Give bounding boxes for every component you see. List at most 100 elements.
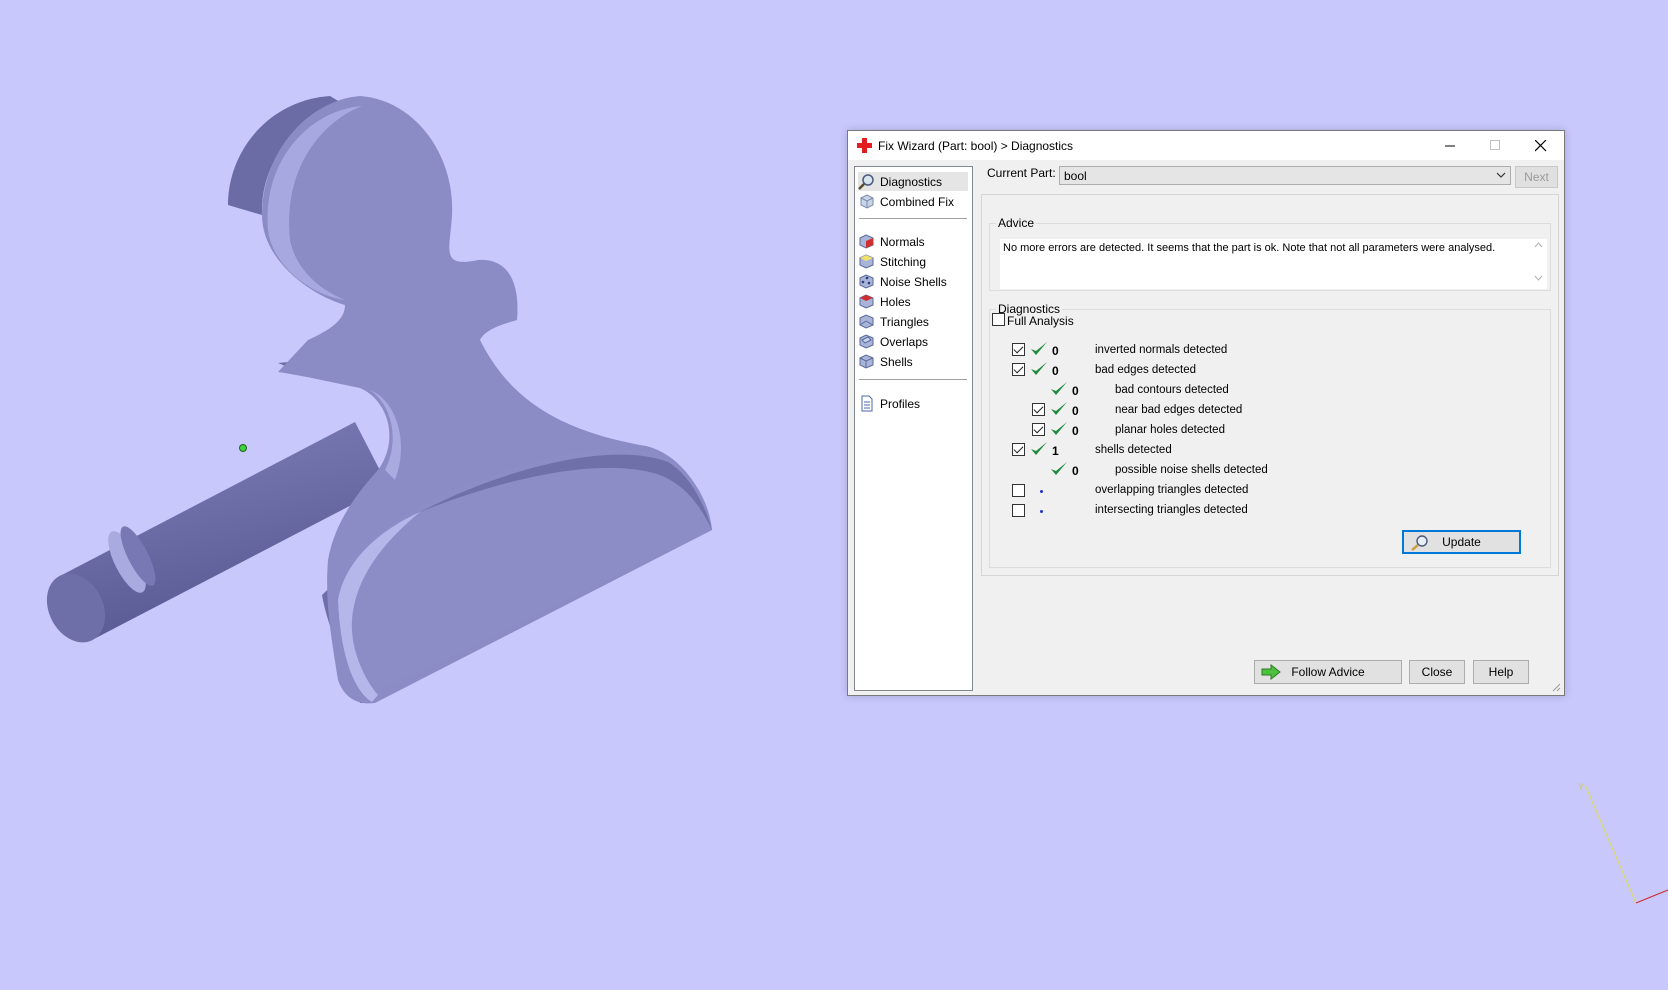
close-button[interactable]: Close [1409, 660, 1465, 684]
window-title: Fix Wizard (Part: bool) > Diagnostics [878, 139, 1074, 153]
scroll-up-icon[interactable] [1534, 242, 1543, 248]
row-count: 0 [1072, 384, 1079, 398]
nav-item-noise-shells[interactable]: Noise Shells [858, 272, 968, 291]
intersecting-triangles-checkbox[interactable] [1012, 504, 1025, 517]
row-label: bad edges detected [1095, 364, 1197, 376]
nav-item-combined-fix[interactable]: Combined Fix [858, 192, 968, 211]
minimize-button[interactable] [1428, 131, 1473, 160]
nav-separator [859, 379, 967, 380]
green-check-icon [1051, 402, 1067, 415]
update-button[interactable]: Update [1402, 530, 1521, 554]
update-label: Update [1442, 535, 1481, 549]
nav-item-diagnostics[interactable]: Diagnostics [858, 172, 968, 191]
nav-item-label: Combined Fix [880, 194, 955, 209]
row-count: 0 [1072, 464, 1079, 478]
current-part-value: bool [1064, 169, 1087, 183]
red-cross-icon [857, 138, 872, 153]
green-check-icon [1031, 362, 1047, 375]
chevron-down-icon [1496, 172, 1506, 178]
shells-cube-icon [859, 354, 874, 369]
follow-advice-button[interactable]: Follow Advice [1254, 660, 1402, 684]
row-count: 1 [1052, 444, 1059, 458]
green-check-icon [1031, 342, 1047, 355]
nav-item-label: Overlaps [880, 334, 929, 349]
magnifier-icon [858, 174, 874, 190]
close-label: Close [1421, 665, 1453, 679]
nav-item-normals[interactable]: Normals [858, 232, 968, 251]
axis-indicator: Y [1578, 782, 1668, 904]
document-icon [861, 395, 873, 412]
shells-checkbox[interactable] [1012, 443, 1025, 456]
row-label: overlapping triangles detected [1095, 484, 1249, 496]
nav-item-label: Diagnostics [880, 174, 943, 189]
triangles-cube-icon [859, 314, 874, 329]
full-analysis-checkbox[interactable] [992, 313, 1005, 326]
row-label: intersecting triangles detected [1095, 504, 1248, 516]
nav-item-overlaps[interactable]: Overlaps [858, 332, 968, 351]
nav-item-label: Stitching [880, 254, 927, 269]
inverted-normals-checkbox[interactable] [1012, 343, 1025, 356]
normals-cube-icon [859, 234, 874, 249]
row-label: possible noise shells detected [1115, 464, 1268, 476]
nav-item-triangles[interactable]: Triangles [858, 312, 968, 331]
pivot-point-icon [239, 444, 247, 452]
stitching-cube-icon [859, 254, 874, 269]
row-count: 0 [1052, 344, 1059, 358]
advice-legend: Advice [996, 216, 1037, 230]
row-label: inverted normals detected [1095, 344, 1228, 356]
magnifier-icon [1411, 535, 1428, 551]
overlapping-triangles-checkbox[interactable] [1012, 484, 1025, 497]
maximize-button[interactable] [1473, 131, 1518, 160]
cube-icon [860, 194, 874, 209]
green-arrow-icon [1261, 664, 1281, 680]
advice-text: No more errors are detected. It seems th… [1000, 239, 1530, 289]
nav-item-profiles[interactable]: Profiles [858, 394, 968, 413]
overlaps-cube-icon [859, 334, 874, 349]
planar-holes-checkbox[interactable] [1032, 423, 1045, 436]
row-label: shells detected [1095, 444, 1172, 456]
nav-item-holes[interactable]: Holes [858, 292, 968, 311]
nav-item-label: Shells [880, 354, 913, 369]
row-count: 0 [1072, 424, 1079, 438]
bad-edges-checkbox[interactable] [1012, 363, 1025, 376]
nav-item-label: Normals [880, 234, 925, 249]
help-label: Help [1488, 665, 1514, 679]
minimize-icon [1445, 145, 1455, 147]
nav-item-stitching[interactable]: Stitching [858, 252, 968, 271]
pending-dot-icon [1040, 510, 1043, 513]
current-part-label: Current Part: [987, 166, 1056, 180]
wizard-nav-list: Diagnostics Combined Fix Normals Stitchi… [854, 166, 973, 691]
full-analysis-label: Full Analysis [1007, 314, 1074, 328]
follow-advice-label: Follow Advice [1291, 665, 1365, 679]
row-label: near bad edges detected [1115, 404, 1243, 416]
3d-model-body [228, 96, 712, 704]
green-check-icon [1051, 422, 1067, 435]
advice-scrollbar[interactable] [1530, 239, 1547, 289]
row-count: 0 [1072, 404, 1079, 418]
nav-item-label: Triangles [880, 314, 929, 329]
next-button[interactable]: Next [1515, 166, 1558, 188]
near-bad-edges-checkbox[interactable] [1032, 403, 1045, 416]
resize-grip-icon[interactable] [1551, 682, 1561, 692]
pending-dot-icon [1040, 490, 1043, 493]
green-check-icon [1031, 442, 1047, 455]
help-button[interactable]: Help [1473, 660, 1529, 684]
current-part-select[interactable]: bool [1059, 166, 1511, 185]
nav-item-label: Holes [880, 294, 911, 309]
close-icon [1534, 139, 1546, 151]
row-label: bad contours detected [1115, 384, 1229, 396]
row-count: 0 [1052, 364, 1059, 378]
svg-text:Y: Y [1578, 782, 1584, 792]
nav-item-label: Profiles [880, 396, 921, 411]
maximize-icon [1490, 140, 1500, 150]
holes-cube-icon [859, 294, 874, 309]
nav-item-shells[interactable]: Shells [858, 352, 968, 371]
scroll-down-icon[interactable] [1534, 275, 1543, 281]
close-window-button[interactable] [1518, 131, 1563, 160]
green-check-icon [1051, 462, 1067, 475]
nav-item-label: Noise Shells [880, 274, 947, 289]
row-label: planar holes detected [1115, 424, 1225, 436]
title-bar[interactable]: Fix Wizard (Part: bool) > Diagnostics [848, 131, 1564, 160]
green-check-icon [1051, 382, 1067, 395]
noise-shells-icon [859, 274, 874, 289]
